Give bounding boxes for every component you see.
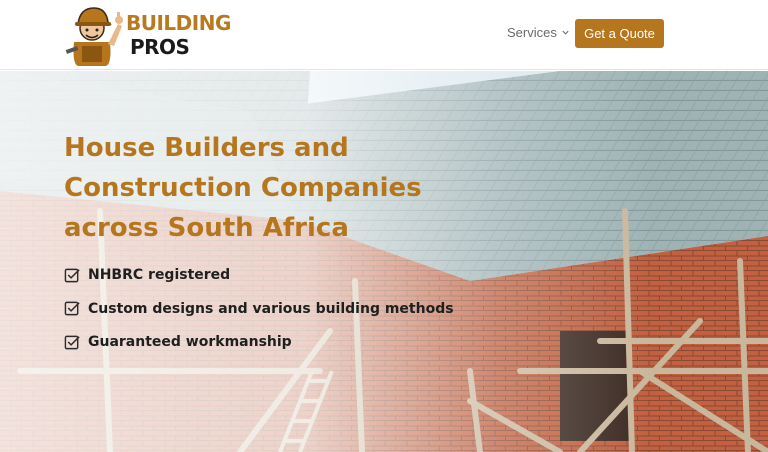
- feature-label: Guaranteed workmanship: [88, 334, 292, 350]
- feature-label: Custom designs and various building meth…: [88, 300, 454, 317]
- hero-title: House Builders and Construction Companie…: [64, 128, 484, 248]
- nav-services-label: Services: [507, 25, 557, 40]
- checkbox-checked-icon: [64, 301, 80, 316]
- nav-services[interactable]: Services: [507, 25, 570, 40]
- chevron-down-icon: [562, 30, 569, 35]
- feature-label: NHBRC registered: [88, 267, 231, 283]
- logo-text-building: BUILDING: [126, 11, 231, 35]
- feature-item: NHBRC registered: [64, 264, 454, 286]
- feature-list: NHBRC registered Custom designs and vari…: [64, 264, 454, 365]
- logo[interactable]: BUILDING PROS: [62, 2, 231, 68]
- feature-item: Custom designs and various building meth…: [64, 298, 454, 320]
- checkbox-checked-icon: [64, 335, 80, 349]
- logo-text-pros: PROS: [130, 35, 190, 59]
- get-quote-button[interactable]: Get a Quote: [575, 19, 664, 48]
- hero-title-line: across South Africa: [64, 213, 349, 243]
- hero-title-line: House Builders and: [64, 133, 349, 163]
- feature-item: Guaranteed workmanship: [64, 331, 454, 353]
- hero-title-line: Construction Companies: [64, 173, 422, 203]
- site-header: BUILDING PROS Services Get a Quote: [0, 0, 768, 70]
- builder-mascot-icon: [65, 7, 123, 66]
- checkbox-checked-icon: [64, 268, 80, 282]
